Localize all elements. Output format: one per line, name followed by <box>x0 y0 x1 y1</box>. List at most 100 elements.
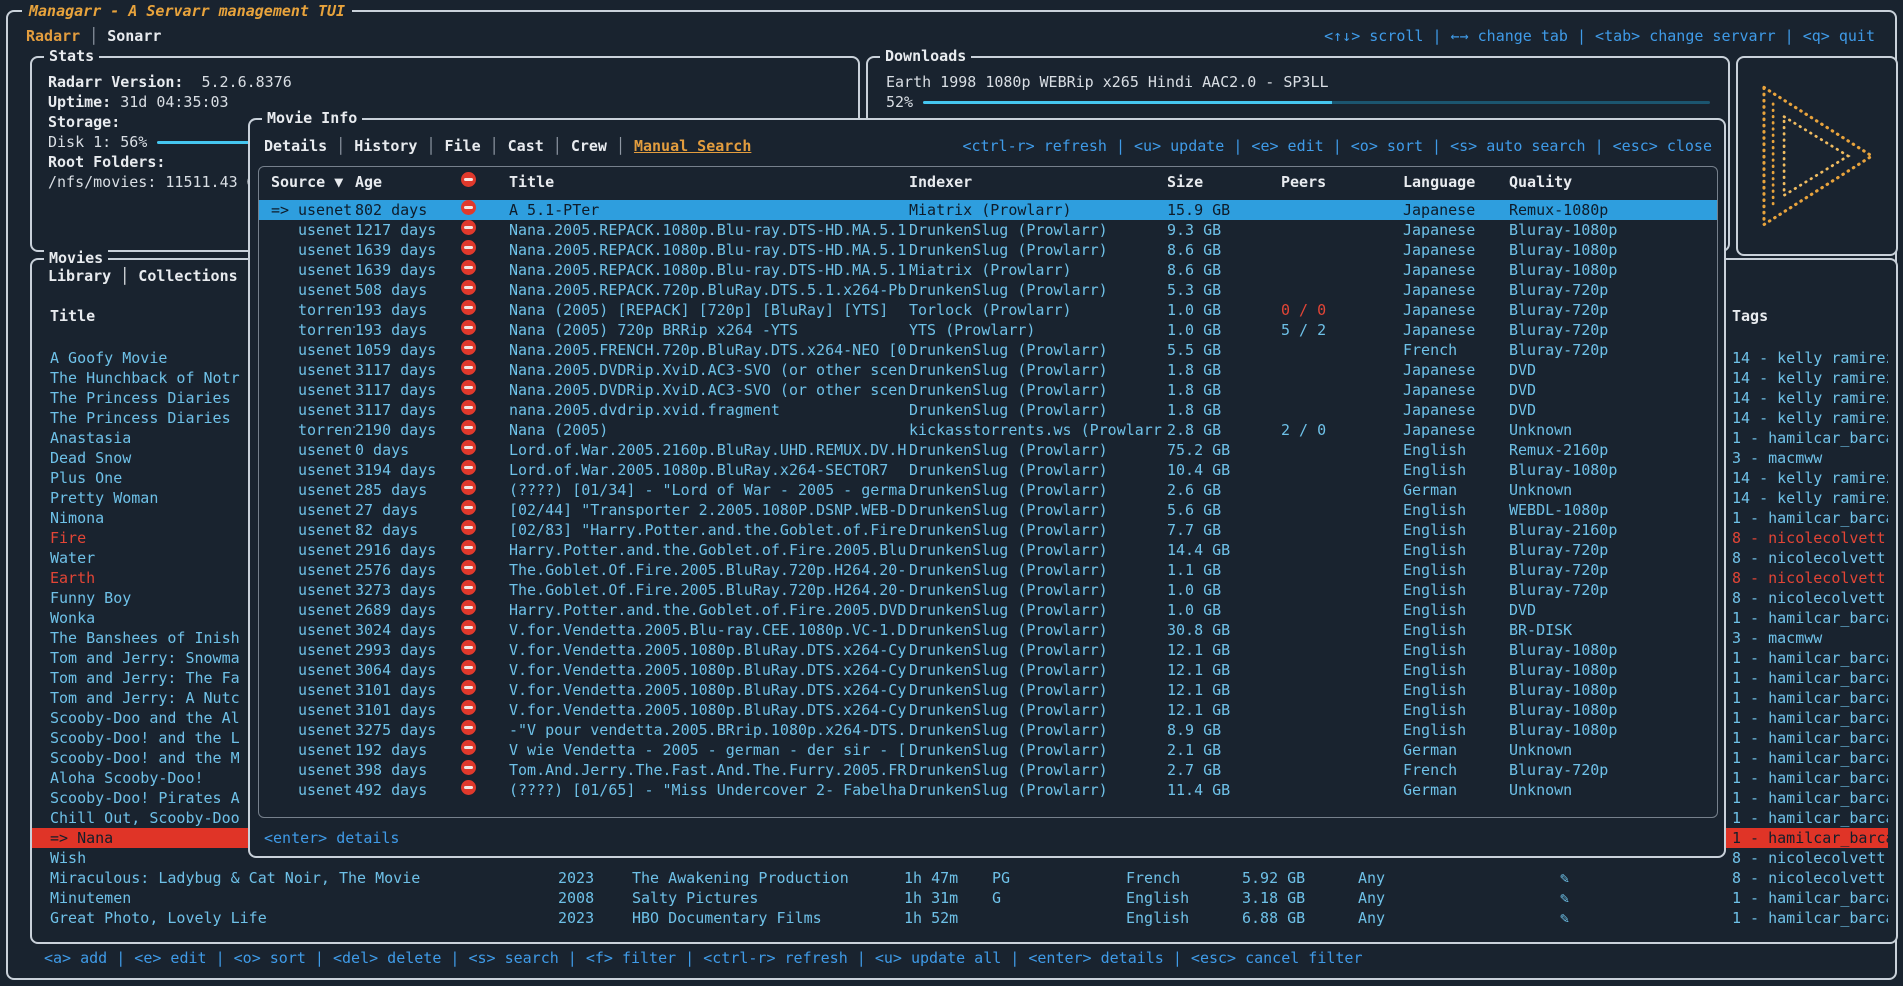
release-row[interactable]: usenet3273 daysThe.Goblet.Of.Fire.2005.B… <box>259 580 1717 600</box>
release-language: Japanese <box>1403 420 1509 440</box>
release-rejected <box>455 200 509 220</box>
release-quality: Remux-2160p <box>1509 440 1717 460</box>
release-row[interactable]: usenet2916 daysHarry.Potter.and.the.Gobl… <box>259 540 1717 560</box>
movies-tabs[interactable]: Library │ Collections │ <box>48 266 256 286</box>
movie-row[interactable]: Great Photo, Lovely Life2023HBO Document… <box>32 908 1888 928</box>
release-row[interactable]: usenet3101 daysV.for.Vendetta.2005.1080p… <box>259 680 1717 700</box>
tab-cast[interactable]: Cast <box>508 137 544 155</box>
movie-size: 3.18 GB <box>1242 888 1358 908</box>
release-title: V wie Vendetta - 2005 - german - der sir… <box>509 740 909 760</box>
col-source[interactable]: Source ▼ <box>271 172 355 192</box>
release-row[interactable]: usenet3101 daysV.for.Vendetta.2005.1080p… <box>259 700 1717 720</box>
release-source: usenet <box>271 740 355 760</box>
release-row[interactable]: usenet2689 daysHarry.Potter.and.the.Gobl… <box>259 600 1717 620</box>
release-title: (????) [01/34] - "Lord of War - 2005 - g… <box>509 480 909 500</box>
release-row[interactable]: usenet3117 daysnana.2005.dvdrip.xvid.fra… <box>259 400 1717 420</box>
release-row[interactable]: usenet1639 daysNana.2005.REPACK.1080p.Bl… <box>259 260 1717 280</box>
tab-separator: │ <box>481 137 508 155</box>
movie-runtime: 1h 47m <box>904 868 992 888</box>
tab-sonarr[interactable]: Sonarr <box>107 27 161 45</box>
col-size[interactable]: Size <box>1167 172 1281 192</box>
release-age: 193 days <box>355 300 455 320</box>
movie-tag: 14 - kelly ramirez <box>1730 368 1888 388</box>
movie-tag: 1 - hamilcar_barca <box>1730 748 1888 768</box>
release-source: usenet <box>271 620 355 640</box>
col-rejected[interactable] <box>455 172 509 192</box>
col-peers[interactable]: Peers <box>1281 172 1403 192</box>
release-size: 8.6 GB <box>1167 240 1281 260</box>
release-row[interactable]: usenet3117 daysNana.2005.DVDRip.XviD.AC3… <box>259 360 1717 380</box>
tab-file[interactable]: File <box>445 137 481 155</box>
release-row[interactable]: usenet508 daysNana.2005.REPACK.720p.BluR… <box>259 280 1717 300</box>
tab-details[interactable]: Details <box>264 137 327 155</box>
release-row[interactable]: usenet3194 daysLord.of.War.2005.1080p.Bl… <box>259 460 1717 480</box>
release-row[interactable]: usenet0 daysLord.of.War.2005.2160p.BluRa… <box>259 440 1717 460</box>
release-row[interactable]: torrent2190 daysNana (2005)kickasstorren… <box>259 420 1717 440</box>
movie-tag: 8 - nicolecolvett <box>1730 548 1888 568</box>
col-tags[interactable]: Tags <box>1730 306 1888 326</box>
tab-history[interactable]: History <box>354 137 417 155</box>
release-quality: Bluray-1080p <box>1509 240 1717 260</box>
release-row[interactable]: usenet1059 daysNana.2005.FRENCH.720p.Blu… <box>259 340 1717 360</box>
release-title: Lord.of.War.2005.1080p.BluRay.x264-SECTO… <box>509 460 909 480</box>
release-indexer: DrunkenSlug (Prowlarr) <box>909 620 1167 640</box>
col-quality[interactable]: Quality <box>1509 172 1717 192</box>
col-language[interactable]: Language <box>1403 172 1509 192</box>
release-size: 2.6 GB <box>1167 480 1281 500</box>
release-language: French <box>1403 340 1509 360</box>
release-row[interactable]: usenet3024 daysV.for.Vendetta.2005.Blu-r… <box>259 620 1717 640</box>
rejected-icon <box>461 720 476 735</box>
release-row[interactable]: usenet492 days(????) [01/65] - "Miss Und… <box>259 780 1717 800</box>
movie-row[interactable]: Minutemen2008Salty Pictures1h 31mGEnglis… <box>32 888 1888 908</box>
col-indexer[interactable]: Indexer <box>909 172 1167 192</box>
release-age: 3273 days <box>355 580 455 600</box>
tab-manual-search[interactable]: Manual Search <box>634 137 751 155</box>
release-row[interactable]: usenet3117 daysNana.2005.DVDRip.XviD.AC3… <box>259 380 1717 400</box>
movie-tag: 1 - hamilcar_barca <box>1730 648 1888 668</box>
release-language: English <box>1403 720 1509 740</box>
release-indexer: DrunkenSlug (Prowlarr) <box>909 680 1167 700</box>
release-row[interactable]: usenet1639 daysNana.2005.REPACK.1080p.Bl… <box>259 240 1717 260</box>
download-item[interactable]: Earth 1998 1080p WEBRip x265 Hindi AAC2.… <box>886 72 1710 92</box>
movie-tag: 8 - nicolecolvett <box>1730 588 1888 608</box>
download-progress-label: 52% <box>886 92 913 112</box>
release-source: usenet <box>271 260 355 280</box>
release-row[interactable]: usenet2576 daysThe.Goblet.Of.Fire.2005.B… <box>259 560 1717 580</box>
release-row[interactable]: usenet3275 days-"V pour vendetta.2005.BR… <box>259 720 1717 740</box>
col-age[interactable]: Age <box>355 172 455 192</box>
release-row[interactable]: usenet285 days(????) [01/34] - "Lord of … <box>259 480 1717 500</box>
release-age: 3064 days <box>355 660 455 680</box>
release-row[interactable]: usenet27 days[02/44] "Transporter 2.2005… <box>259 500 1717 520</box>
top-keybinds: <↑↓> scroll | ←→ change tab | <tab> chan… <box>1324 26 1875 46</box>
release-row[interactable]: usenet398 daysTom.And.Jerry.The.Fast.And… <box>259 760 1717 780</box>
release-rejected <box>455 700 509 720</box>
release-language: English <box>1403 580 1509 600</box>
release-source: usenet <box>271 700 355 720</box>
tab-crew[interactable]: Crew <box>571 137 607 155</box>
release-row[interactable]: usenet3064 daysV.for.Vendetta.2005.1080p… <box>259 660 1717 680</box>
disk-usage-label: Disk 1: 56% <box>48 132 147 152</box>
col-release-title[interactable]: Title <box>509 172 909 192</box>
release-row[interactable]: usenet82 days[02/83] "Harry.Potter.and.t… <box>259 520 1717 540</box>
release-language: Japanese <box>1403 380 1509 400</box>
release-quality: Unknown <box>1509 480 1717 500</box>
release-row[interactable]: usenet2993 daysV.for.Vendetta.2005.1080p… <box>259 640 1717 660</box>
release-row[interactable]: torrent193 daysNana (2005) [REPACK] [720… <box>259 300 1717 320</box>
release-peers: 2 / 0 <box>1281 420 1403 440</box>
release-size: 30.8 GB <box>1167 620 1281 640</box>
release-row[interactable]: =>usenet802 daysA 5.1-PTerMiatrix (Prowl… <box>259 200 1717 220</box>
release-size: 5.6 GB <box>1167 500 1281 520</box>
download-progress-bar <box>923 101 1710 104</box>
release-row[interactable]: usenet192 daysV wie Vendetta - 2005 - ge… <box>259 740 1717 760</box>
release-size: 5.3 GB <box>1167 280 1281 300</box>
release-row[interactable]: usenet1217 daysNana.2005.REPACK.1080p.Bl… <box>259 220 1717 240</box>
tab-radarr[interactable]: Radarr <box>26 27 80 45</box>
movie-tag: 1 - hamilcar_barca <box>1730 828 1888 848</box>
release-row[interactable]: torrent193 daysNana (2005) 720p BRRip x2… <box>259 320 1717 340</box>
release-age: 1059 days <box>355 340 455 360</box>
release-language: English <box>1403 600 1509 620</box>
release-size: 1.0 GB <box>1167 600 1281 620</box>
movie-row[interactable]: Miraculous: Ladybug & Cat Noir, The Movi… <box>32 868 1888 888</box>
movie-title: Great Photo, Lovely Life <box>50 908 558 928</box>
release-size: 12.1 GB <box>1167 660 1281 680</box>
